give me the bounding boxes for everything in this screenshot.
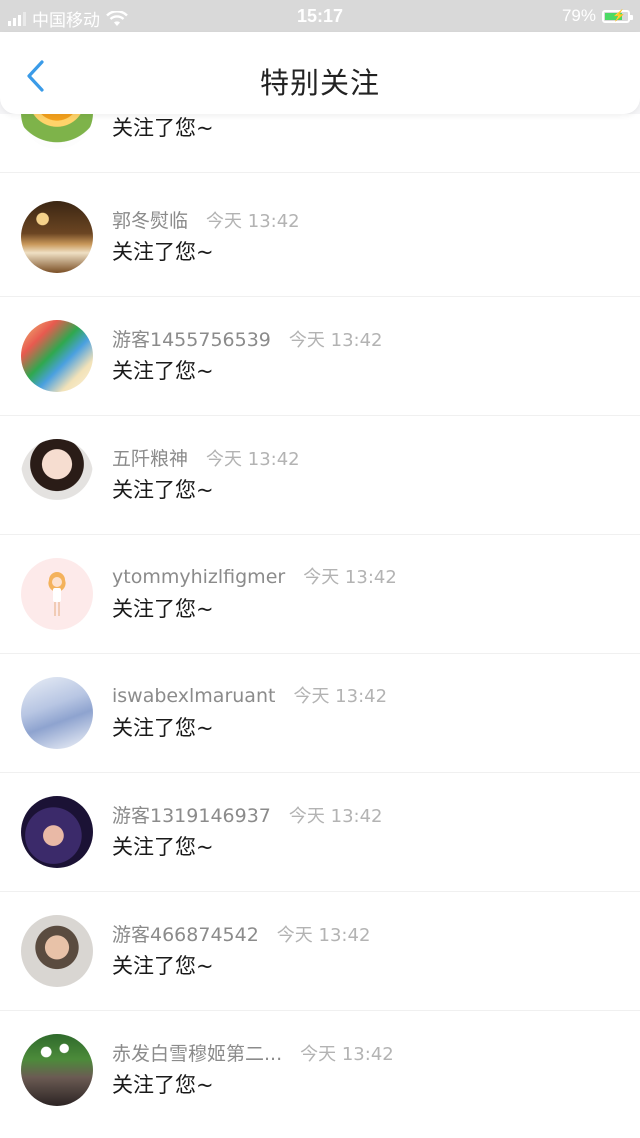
timestamp: 今天 13:42 bbox=[276, 925, 371, 946]
status-bar: 中国移动 15:17 79% ⚡ bbox=[0, 0, 640, 32]
status-right: 79% ⚡ bbox=[561, 6, 633, 26]
avatar[interactable] bbox=[21, 201, 93, 273]
name-line: 游客1319146937 今天 13:42 bbox=[112, 801, 383, 828]
battery-icon: ⚡ bbox=[602, 9, 633, 23]
user-name: iswabexlmaruant bbox=[112, 685, 276, 707]
user-name: 游客1455756539 bbox=[112, 329, 271, 351]
list-item[interactable]: 游客466874542 今天 13:42 关注了您~ bbox=[0, 892, 640, 1011]
follower-list[interactable]: 关注了您~ 郭冬熨临 今天 13:42 关注了您~ 游客1455756539 今天 … bbox=[0, 114, 640, 1138]
timestamp: 今天 13:42 bbox=[206, 449, 300, 470]
avatar[interactable] bbox=[21, 915, 93, 987]
follow-message: 关注了您~ bbox=[112, 240, 214, 264]
list-item[interactable]: 游客1319146937 今天 13:42 关注了您~ bbox=[0, 773, 640, 892]
cartoon-girl-icon bbox=[49, 572, 65, 616]
list-item[interactable]: 五阡粮神 今天 13:42 关注了您~ bbox=[0, 416, 640, 535]
navigation-header: 特别关注 bbox=[0, 32, 640, 114]
list-item[interactable]: 关注了您~ bbox=[0, 114, 640, 173]
name-line: 游客466874542 今天 13:42 bbox=[112, 920, 370, 947]
timestamp: 今天 13:42 bbox=[206, 211, 300, 232]
follow-message: 关注了您~ bbox=[112, 954, 214, 978]
list-item[interactable]: 游客1455756539 今天 13:42 关注了您~ bbox=[0, 297, 640, 416]
follow-message: 关注了您~ bbox=[112, 716, 214, 740]
avatar[interactable] bbox=[21, 796, 93, 868]
name-line: iswabexlmaruant 今天 13:42 bbox=[112, 682, 387, 708]
user-name: ytommyhizlfigmer bbox=[112, 566, 286, 588]
name-line: 赤发白雪穆姬第二... 今天 13:42 bbox=[112, 1039, 394, 1066]
timestamp: 今天 13:42 bbox=[300, 1044, 394, 1065]
user-name: 游客466874542 bbox=[112, 924, 259, 946]
avatar[interactable] bbox=[21, 114, 93, 149]
list-item[interactable]: ytommyhizlfigmer 今天 13:42 关注了您~ bbox=[0, 535, 640, 654]
avatar[interactable] bbox=[21, 1034, 93, 1106]
follow-message: 关注了您~ bbox=[112, 597, 214, 621]
timestamp: 今天 13:42 bbox=[288, 806, 383, 827]
follow-message: 关注了您~ bbox=[112, 116, 214, 140]
name-line: 五阡粮神 今天 13:42 bbox=[112, 444, 300, 471]
timestamp: 今天 13:42 bbox=[288, 330, 383, 351]
battery-percent: 79% bbox=[561, 6, 596, 25]
avatar[interactable] bbox=[21, 320, 93, 392]
avatar[interactable] bbox=[21, 439, 93, 511]
name-line: ytommyhizlfigmer 今天 13:42 bbox=[112, 563, 397, 589]
clock: 15:17 bbox=[296, 6, 344, 26]
divider bbox=[0, 172, 640, 173]
user-name: 五阡粮神 bbox=[112, 448, 189, 470]
name-line: 郭冬熨临 今天 13:42 bbox=[112, 206, 300, 233]
user-name: 郭冬熨临 bbox=[112, 210, 189, 232]
follow-message: 关注了您~ bbox=[112, 359, 214, 383]
avatar[interactable] bbox=[21, 677, 93, 749]
page-title: 特别关注 bbox=[259, 66, 380, 100]
timestamp: 今天 13:42 bbox=[293, 686, 388, 707]
list-item[interactable]: iswabexlmaruant 今天 13:42 关注了您~ bbox=[0, 654, 640, 773]
follow-message: 关注了您~ bbox=[112, 478, 214, 502]
name-line: 游客1455756539 今天 13:42 bbox=[112, 325, 383, 352]
follow-message: 关注了您~ bbox=[112, 1073, 214, 1097]
user-name: 游客1319146937 bbox=[112, 805, 271, 827]
follow-message: 关注了您~ bbox=[112, 835, 214, 859]
list-item[interactable]: 赤发白雪穆姬第二... 今天 13:42 关注了您~ bbox=[0, 1011, 640, 1130]
timestamp: 今天 13:42 bbox=[303, 567, 397, 588]
avatar[interactable] bbox=[21, 558, 93, 630]
list-item[interactable]: 郭冬熨临 今天 13:42 关注了您~ bbox=[0, 178, 640, 297]
user-name: 赤发白雪穆姬第二... bbox=[112, 1043, 283, 1065]
